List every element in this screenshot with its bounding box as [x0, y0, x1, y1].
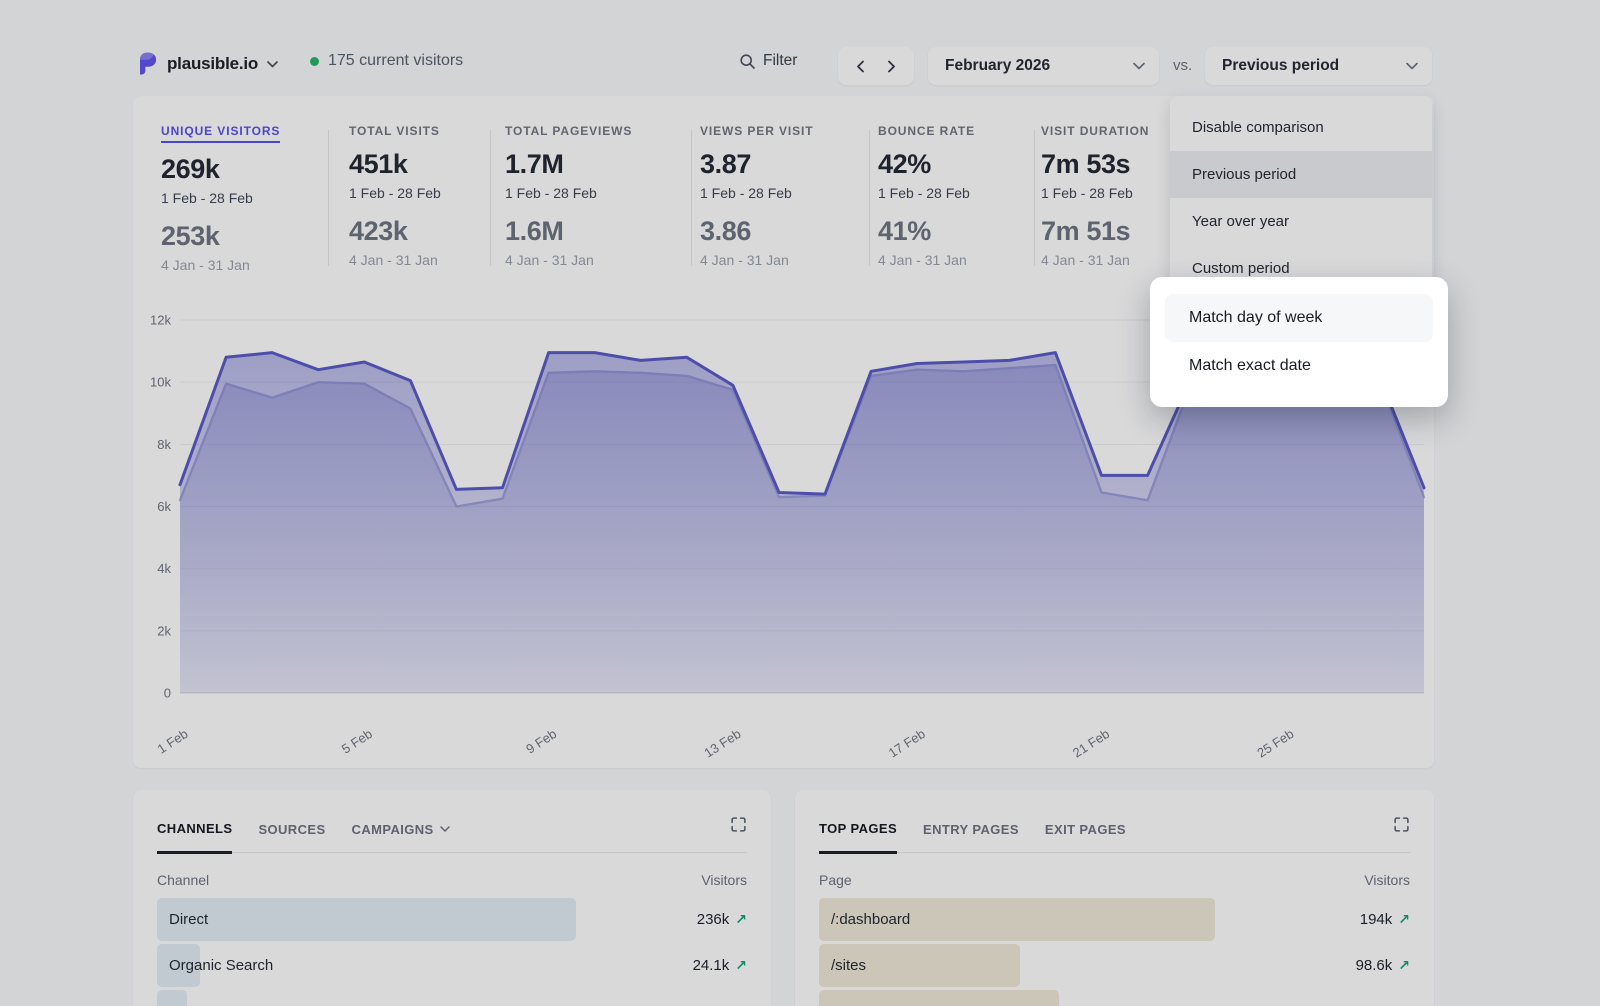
dim-overlay — [0, 0, 1600, 1006]
menu-item-match-exact-date[interactable]: Match exact date — [1165, 342, 1433, 390]
menu-item-match-day-of-week[interactable]: Match day of week — [1165, 294, 1433, 342]
comparison-match-popup: Match day of week Match exact date — [1150, 277, 1448, 407]
